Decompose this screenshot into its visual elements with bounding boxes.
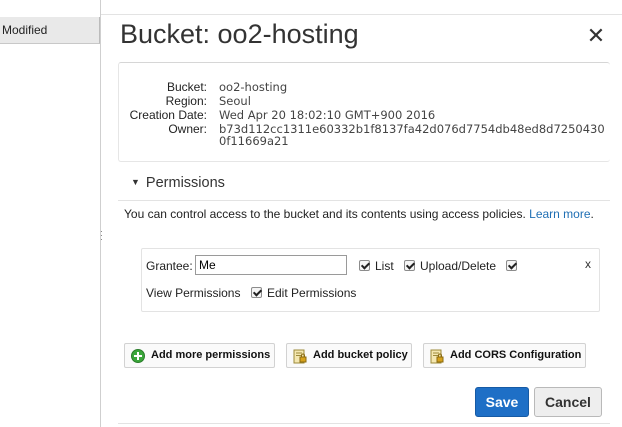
- permissions-description-text: You can control access to the bucket and…: [124, 207, 526, 221]
- bucket-list-column: Modified: [0, 0, 101, 427]
- view-permissions-checkbox[interactable]: [506, 260, 517, 271]
- owner-label: Owner:: [168, 122, 207, 136]
- list-checkbox[interactable]: [359, 260, 370, 271]
- add-bucket-policy-label: Add bucket policy: [313, 349, 408, 361]
- upload-delete-checkbox[interactable]: [404, 260, 415, 271]
- owner-value-line2: 0f11669a21: [219, 134, 289, 148]
- upload-delete-label: Upload/Delete: [420, 259, 497, 273]
- view-permissions-label: View Permissions: [146, 286, 241, 300]
- learn-more-link[interactable]: Learn more: [529, 207, 590, 221]
- bucket-label: Bucket:: [166, 80, 207, 94]
- collapse-caret-icon: ▼: [131, 177, 140, 187]
- region-value: Seoul: [219, 94, 251, 108]
- footer-divider: [118, 423, 610, 424]
- resize-grip-icon[interactable]: · · ·: [100, 227, 104, 244]
- add-cors-configuration-label: Add CORS Configuration: [450, 349, 582, 361]
- list-label: List: [375, 259, 394, 273]
- grantee-input[interactable]: [195, 255, 347, 275]
- region-label: Region:: [165, 94, 207, 108]
- creation-date-value: Wed Apr 20 18:02:10 GMT+900 2016: [219, 108, 436, 122]
- description-period: .: [590, 207, 594, 221]
- panel-title: Bucket: oo2-hosting: [120, 19, 359, 49]
- modified-column-header[interactable]: Modified: [0, 17, 100, 44]
- permissions-description: You can control access to the bucket and…: [124, 207, 594, 221]
- edit-permissions-label: Edit Permissions: [267, 286, 357, 300]
- top-divider: [101, 14, 622, 15]
- permissions-header: Permissions: [145, 175, 225, 191]
- grantee-label: Grantee:: [146, 259, 193, 273]
- permissions-divider: [118, 200, 610, 201]
- permissions-section-toggle[interactable]: ▼ Permissions: [131, 175, 225, 191]
- add-more-permissions-label: Add more permissions: [151, 349, 271, 361]
- remove-grant-icon[interactable]: x: [585, 257, 591, 271]
- creation-date-label: Creation Date:: [129, 108, 207, 122]
- add-cors-configuration-button[interactable]: Add CORS Configuration: [423, 343, 586, 368]
- policy-document-icon: [293, 349, 307, 364]
- add-more-permissions-button[interactable]: Add more permissions: [124, 343, 275, 368]
- bucket-value: oo2-hosting: [219, 80, 288, 94]
- add-circle-icon: [131, 349, 145, 363]
- add-bucket-policy-button[interactable]: Add bucket policy: [286, 343, 412, 368]
- cors-document-icon: [430, 349, 444, 364]
- close-icon[interactable]: ✕: [585, 24, 607, 48]
- edit-permissions-checkbox[interactable]: [251, 287, 262, 298]
- cancel-button[interactable]: Cancel: [534, 387, 602, 417]
- save-button[interactable]: Save: [475, 387, 529, 417]
